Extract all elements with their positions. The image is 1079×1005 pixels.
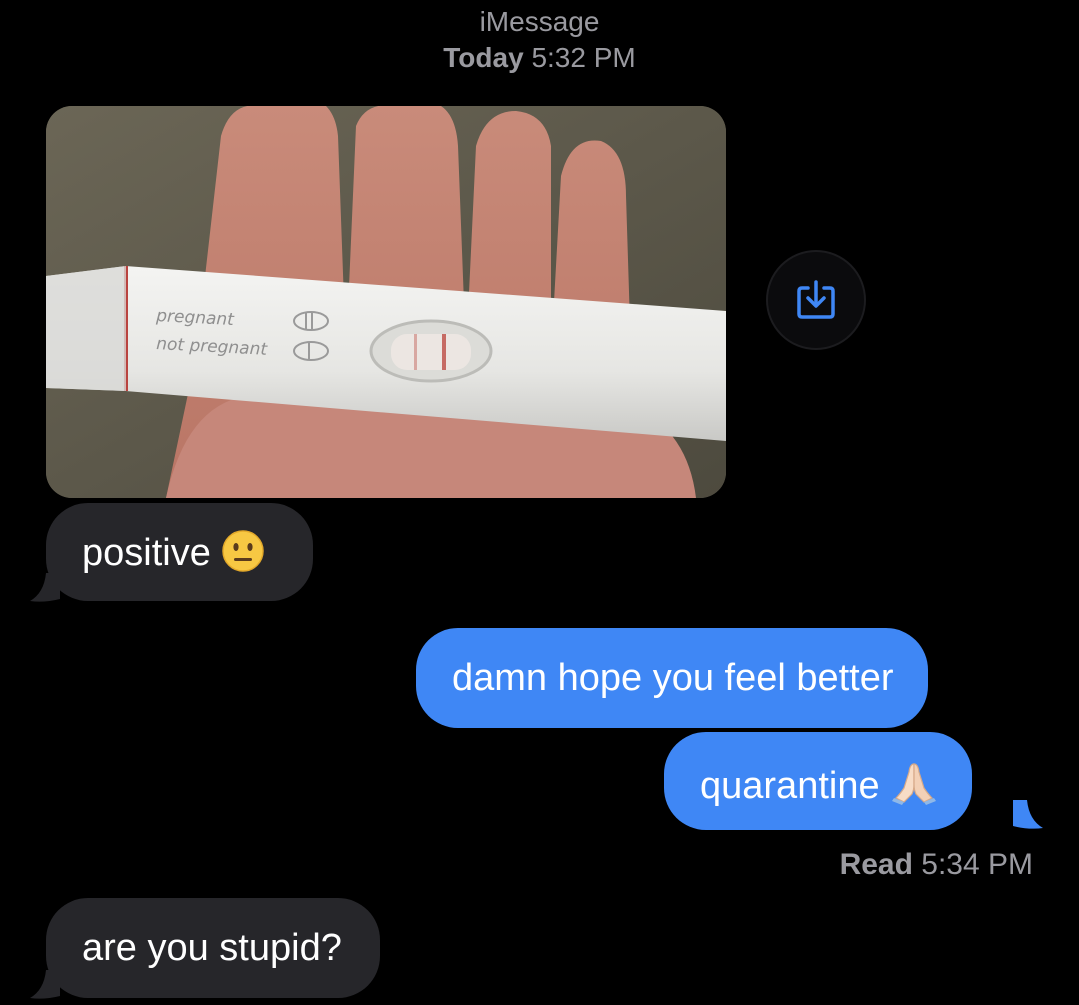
save-attachment-button[interactable] bbox=[766, 250, 866, 350]
message-text: are you stupid? bbox=[82, 927, 342, 969]
incoming-bubble-tail bbox=[30, 970, 60, 999]
message-text: positive bbox=[82, 532, 211, 574]
incoming-message[interactable]: are you stupid? bbox=[46, 898, 380, 998]
incoming-message[interactable]: positive bbox=[46, 503, 313, 601]
outgoing-message[interactable]: damn hope you feel better bbox=[416, 628, 928, 728]
photo-attachment[interactable]: pregnant not pregnant bbox=[46, 106, 726, 498]
message-text: quarantine bbox=[700, 765, 880, 807]
pregnancy-test-photo: pregnant not pregnant bbox=[46, 106, 726, 498]
outgoing-bubble-tail bbox=[1013, 800, 1043, 829]
service-name: iMessage bbox=[479, 6, 600, 37]
outgoing-message[interactable]: quarantine bbox=[664, 732, 972, 830]
download-to-tray-icon bbox=[797, 280, 835, 319]
read-receipt: Read 5:34 PM bbox=[840, 846, 1033, 884]
timestamp-day: Today bbox=[443, 42, 524, 73]
folded-hands-icon bbox=[890, 758, 938, 817]
timestamp: Today 5:32 PM bbox=[0, 40, 1079, 76]
read-status: Read bbox=[839, 848, 913, 881]
neutral-face-icon bbox=[221, 529, 265, 584]
conversation-header: iMessage Today 5:32 PM bbox=[0, 4, 1079, 76]
timestamp-time: 5:32 PM bbox=[531, 42, 636, 73]
incoming-bubble-tail bbox=[30, 573, 60, 602]
message-text: damn hope you feel better bbox=[452, 657, 894, 699]
read-time: 5:34 PM bbox=[921, 848, 1033, 881]
test-label-pregnant: pregnant bbox=[155, 306, 236, 330]
